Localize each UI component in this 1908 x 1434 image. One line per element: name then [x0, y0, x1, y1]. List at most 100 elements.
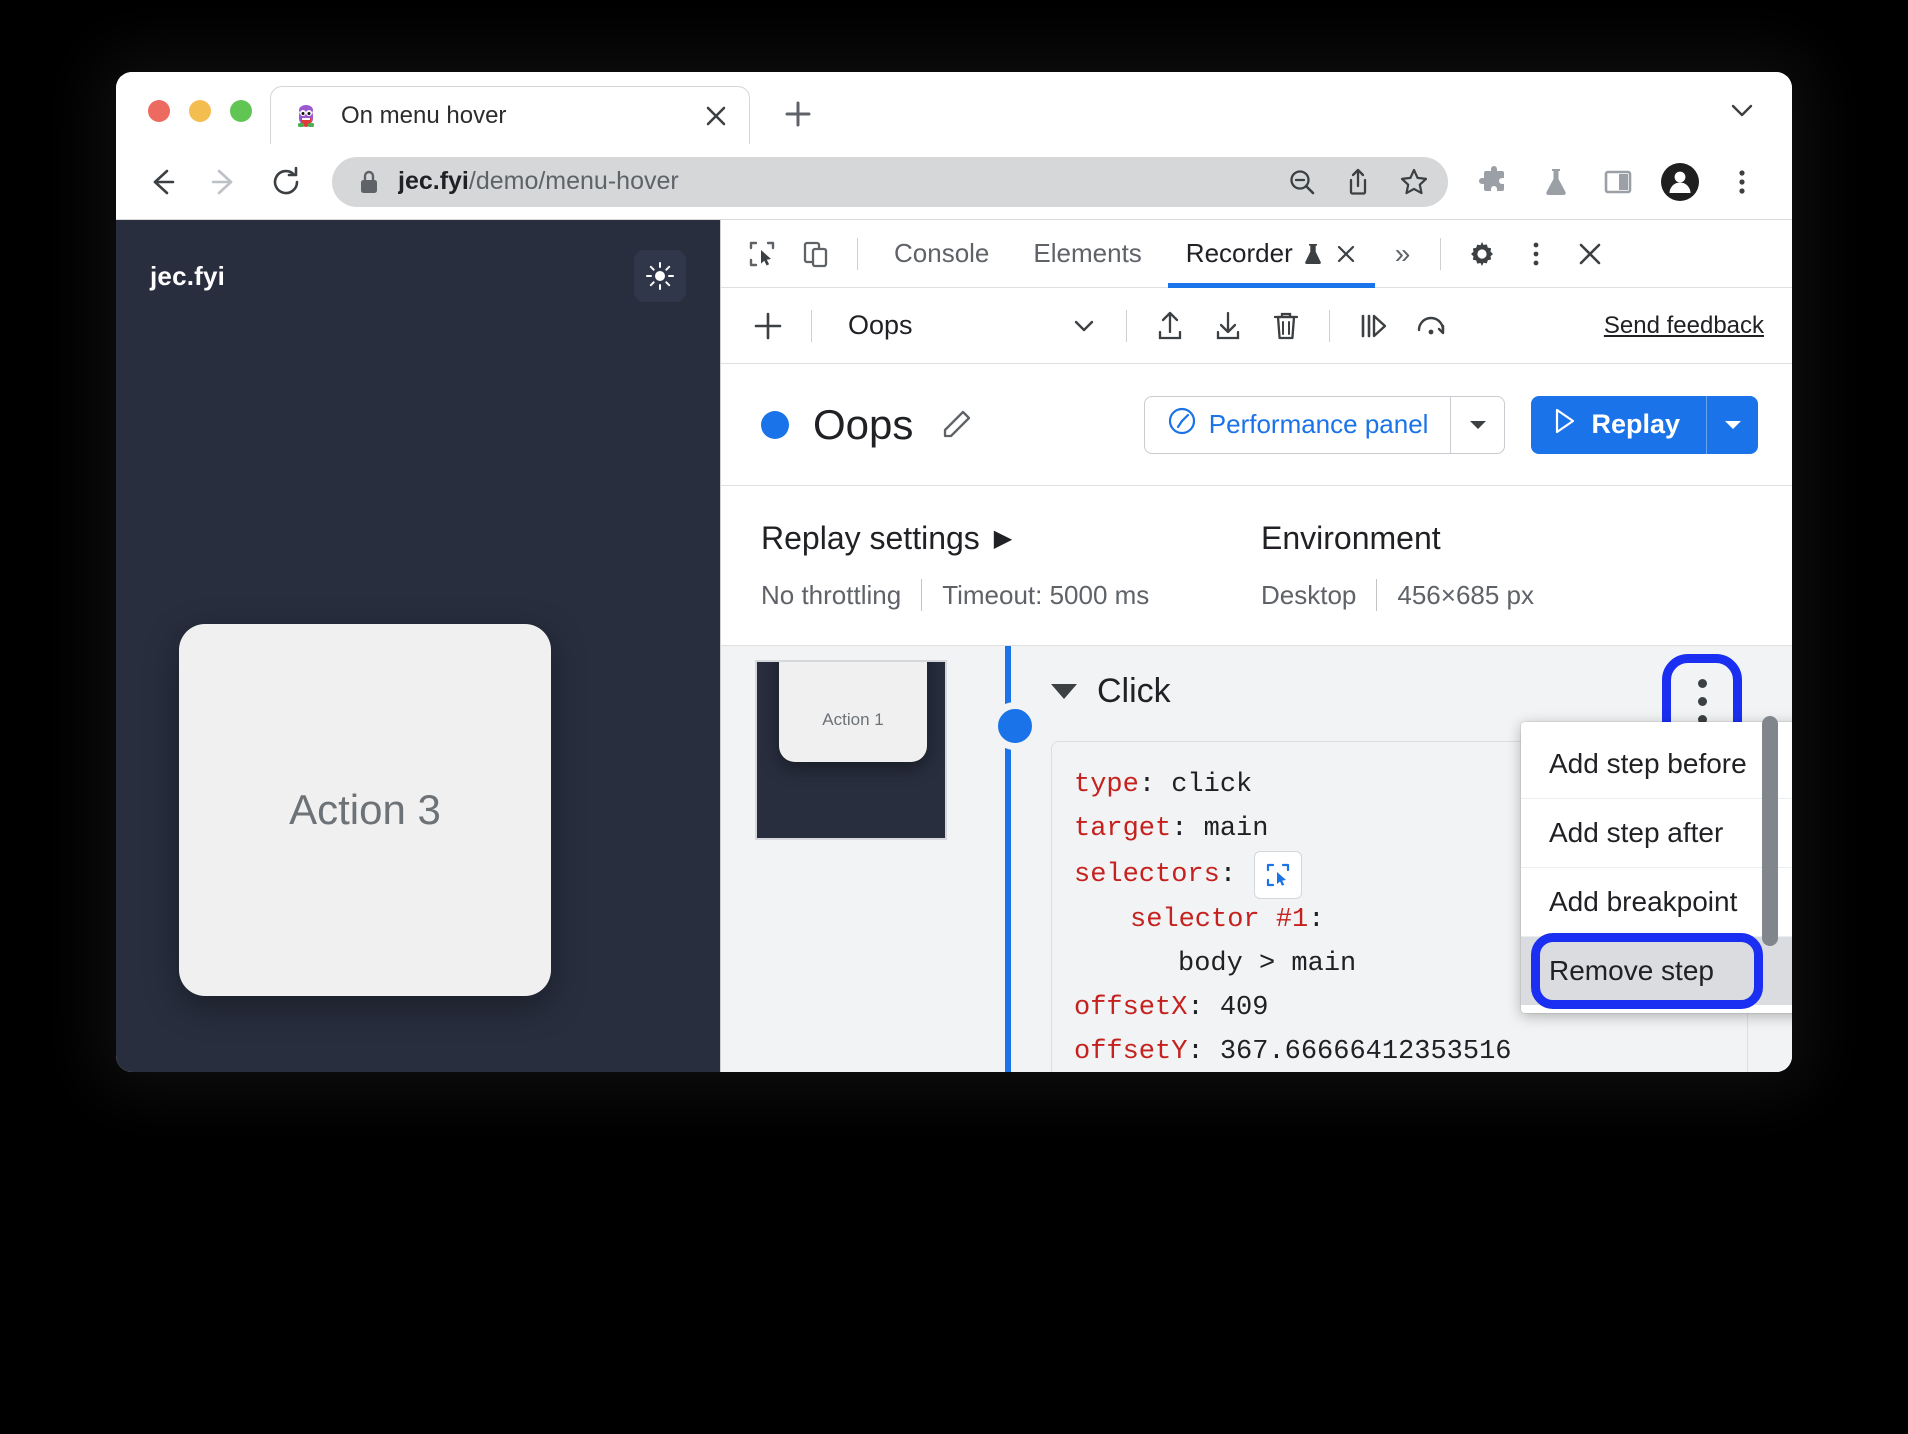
maximize-window-button[interactable] — [230, 100, 252, 122]
plus-icon[interactable] — [739, 297, 797, 355]
tab-console-label: Console — [894, 238, 990, 268]
browser-tab[interactable]: On menu hover — [270, 86, 750, 144]
tab-close-icon[interactable] — [699, 99, 733, 133]
menu-item-remove-step-label: Remove step — [1549, 955, 1714, 986]
tab-search-chevron-down-icon[interactable] — [1722, 90, 1762, 130]
code-value-type: : click — [1138, 770, 1253, 800]
dots-vertical-icon[interactable] — [1509, 227, 1563, 281]
code-value-offsety: : 367.66666412353516 — [1187, 1036, 1512, 1067]
export-icon[interactable] — [1141, 297, 1199, 355]
extensions-puzzle-icon[interactable] — [1466, 154, 1522, 210]
page-logo[interactable]: jec.fyi — [150, 261, 225, 292]
performance-panel-label: Performance panel — [1208, 409, 1429, 439]
inspect-cursor-icon[interactable] — [735, 227, 789, 281]
tab-strip: On menu hover — [116, 72, 1792, 144]
step-name: Click — [1097, 672, 1171, 710]
code-key-target: target — [1074, 813, 1172, 844]
replay-button[interactable]: Replay — [1531, 395, 1706, 454]
send-feedback-link[interactable]: Send feedback — [1604, 312, 1764, 340]
menu-item-add-step-after[interactable]: Add step after — [1521, 798, 1792, 867]
menu-item-add-breakpoint[interactable]: Add breakpoint — [1521, 867, 1792, 936]
close-window-button[interactable] — [148, 100, 170, 122]
tab-recorder-label: Recorder — [1185, 238, 1293, 268]
performance-panel-button[interactable]: Performance panel — [1143, 395, 1452, 454]
step-context-menu: Add step before Add step after Add break… — [1521, 722, 1792, 1013]
dot-2 — [1697, 696, 1707, 706]
value-divider — [921, 579, 923, 611]
replay-caret-down-icon[interactable] — [1706, 395, 1758, 454]
star-icon[interactable] — [1390, 158, 1438, 206]
side-panel-icon[interactable] — [1590, 154, 1646, 210]
screenshot-root: On menu hover jec.fyi/demo/menu-hover je… — [0, 0, 1908, 1434]
timeout-value: Timeout: 5000 ms — [942, 579, 1150, 610]
replay-settings-row: Replay settings ▶ No throttling Timeout:… — [721, 486, 1792, 646]
rec-divider-2 — [1126, 309, 1128, 342]
forward-icon[interactable] — [196, 154, 252, 210]
site-favicon — [293, 103, 319, 129]
viewport-value: 456×685 px — [1397, 579, 1535, 610]
devtools-tabbar: Console Elements Recorder » — [721, 220, 1792, 288]
tab-title: On menu hover — [341, 101, 507, 129]
step-screenshot-thumbnail[interactable]: Action 1 — [755, 660, 947, 840]
triangle-down-icon[interactable] — [1051, 684, 1077, 699]
page-header: jec.fyi — [116, 220, 720, 302]
devtools-close-icon[interactable] — [1563, 227, 1617, 281]
performance-panel-split-button: Performance panel — [1143, 395, 1506, 454]
reload-icon[interactable] — [258, 154, 314, 210]
flask-icon — [1303, 242, 1323, 266]
import-icon[interactable] — [1199, 297, 1257, 355]
zoom-out-icon[interactable] — [1278, 158, 1326, 206]
code-line-offsety: offsetY: 367.66666412353516 — [1074, 1031, 1719, 1072]
back-icon[interactable] — [134, 154, 190, 210]
dot-1 — [1697, 678, 1707, 688]
new-tab-button[interactable] — [770, 86, 826, 142]
rec-divider-3 — [1329, 309, 1331, 342]
device-value: Desktop — [1261, 579, 1357, 610]
action-card-label: Action 3 — [289, 786, 441, 833]
more-tabs-icon[interactable]: » — [1379, 238, 1427, 270]
steps-list: Action 1 Click type: click target: main … — [721, 646, 1792, 1072]
chevron-down-icon[interactable] — [1056, 298, 1112, 354]
share-icon[interactable] — [1334, 158, 1382, 206]
tab-elements[interactable]: Elements — [1011, 220, 1163, 287]
sun-icon[interactable] — [634, 250, 686, 302]
lock-icon — [358, 169, 380, 195]
selector-picker-icon[interactable] — [1254, 851, 1303, 900]
minimize-window-button[interactable] — [189, 100, 211, 122]
menu-item-add-step-before[interactable]: Add step before — [1521, 730, 1792, 798]
replay-settings-header[interactable]: Replay settings ▶ — [761, 520, 1261, 557]
code-key-selector1: selector #1 — [1130, 905, 1309, 936]
recording-name[interactable]: Oops — [848, 310, 913, 341]
value-divider-2 — [1376, 579, 1378, 611]
close-icon[interactable] — [1335, 243, 1357, 265]
tab-console[interactable]: Console — [872, 220, 1011, 287]
step-thumbnail-column: Action 1 — [721, 646, 1039, 1072]
code-value-selectors: : — [1219, 859, 1237, 890]
chrome-menu-icon[interactable] — [1714, 154, 1770, 210]
replay-reload-icon[interactable] — [1402, 297, 1460, 355]
steps-scrollbar[interactable] — [1762, 716, 1778, 946]
page-title: Oops — [813, 400, 914, 448]
code-value-selector1: : — [1308, 905, 1325, 936]
step-over-icon[interactable] — [1344, 297, 1402, 355]
gear-icon[interactable] — [1455, 227, 1509, 281]
menu-item-remove-step[interactable]: Remove step — [1521, 933, 1792, 1009]
thumbnail-action-card: Action 1 — [779, 662, 927, 762]
toolbar-divider — [857, 237, 858, 270]
caret-down-icon[interactable] — [1451, 395, 1506, 454]
action-card[interactable]: Action 3 — [179, 624, 551, 996]
url-text: jec.fyi/demo/menu-hover — [398, 167, 1278, 196]
trash-icon[interactable] — [1257, 297, 1315, 355]
web-page-viewport: jec.fyi Action 3 — [116, 220, 720, 1072]
pencil-icon[interactable] — [933, 402, 979, 448]
profile-avatar-icon[interactable] — [1652, 154, 1708, 210]
environment-header: Environment — [1261, 520, 1534, 557]
status-badge — [761, 410, 789, 439]
experiments-flask-icon[interactable] — [1528, 154, 1584, 210]
play-icon — [1553, 408, 1577, 441]
address-bar[interactable]: jec.fyi/demo/menu-hover — [332, 156, 1448, 207]
replay-button-label: Replay — [1591, 409, 1680, 439]
tab-recorder[interactable]: Recorder — [1164, 220, 1379, 288]
device-toolbar-icon[interactable] — [789, 227, 843, 281]
step-detail: Click type: click target: main selectors… — [993, 646, 1792, 1072]
